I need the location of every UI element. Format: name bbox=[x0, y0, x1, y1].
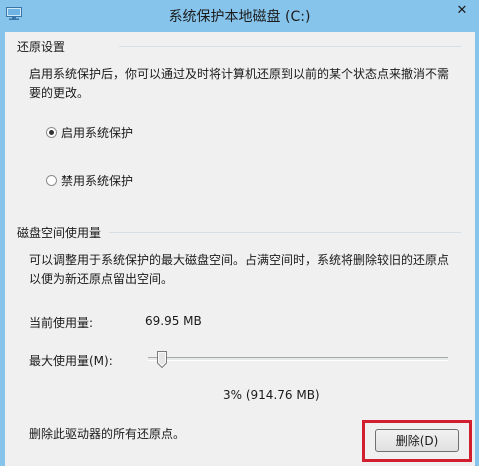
disable-protection-option[interactable]: 禁用系统保护 bbox=[46, 172, 133, 189]
restore-settings-description: 启用系统保护后，你可以通过及时将计算机还原到以前的某个状态点来撤消不需 要的更改… bbox=[29, 65, 449, 103]
dialog-content: 还原设置 启用系统保护后，你可以通过及时将计算机还原到以前的某个状态点来撤消不需… bbox=[5, 32, 475, 466]
highlight-annotation bbox=[362, 420, 472, 462]
system-protection-window: 系统保护本地磁盘 (C:) ✕ 还原设置 启用系统保护后，你可以通过及时将计算机… bbox=[0, 0, 479, 466]
disk-usage-divider bbox=[109, 232, 461, 233]
enable-protection-option[interactable]: 启用系统保护 bbox=[46, 124, 133, 141]
enable-protection-radio[interactable] bbox=[46, 127, 57, 138]
restore-settings-description-line2: 要的更改。 bbox=[29, 86, 90, 100]
disk-usage-description-line2: 以便为新还原点留出空间。 bbox=[29, 272, 174, 286]
max-usage-slider[interactable] bbox=[148, 357, 448, 361]
disk-usage-description-line1: 可以调整用于系统保护的最大磁盘空间。占满空间时，系统将删除较旧的还原点 bbox=[29, 253, 450, 267]
restore-settings-divider bbox=[119, 46, 461, 47]
restore-settings-description-line1: 启用系统保护后，你可以通过及时将计算机还原到以前的某个状态点来撤消不需 bbox=[29, 67, 450, 81]
disk-usage-heading: 磁盘空间使用量 bbox=[17, 226, 102, 240]
delete-restore-points-text: 删除此驱动器的所有还原点。 bbox=[29, 427, 186, 441]
restore-settings-heading: 还原设置 bbox=[17, 40, 66, 54]
max-usage-slider-thumb[interactable] bbox=[156, 351, 167, 368]
max-usage-readout: 3% (914.76 MB) bbox=[223, 388, 320, 402]
current-usage-value: 69.95 MB bbox=[145, 314, 202, 328]
disable-protection-label: 禁用系统保护 bbox=[61, 174, 134, 188]
max-usage-label: 最大使用量(M): bbox=[29, 354, 113, 368]
disk-usage-description: 可以调整用于系统保护的最大磁盘空间。占满空间时，系统将删除较旧的还原点 以便为新… bbox=[29, 251, 449, 289]
disable-protection-radio[interactable] bbox=[46, 175, 57, 186]
current-usage-label: 当前使用量: bbox=[29, 316, 94, 330]
close-icon: ✕ bbox=[456, 3, 468, 18]
close-button[interactable]: ✕ bbox=[445, 0, 479, 21]
window-title: 系统保护本地磁盘 (C:) bbox=[168, 9, 311, 25]
enable-protection-label: 启用系统保护 bbox=[61, 126, 134, 140]
title-bar[interactable]: 系统保护本地磁盘 (C:) ✕ bbox=[0, 0, 479, 32]
